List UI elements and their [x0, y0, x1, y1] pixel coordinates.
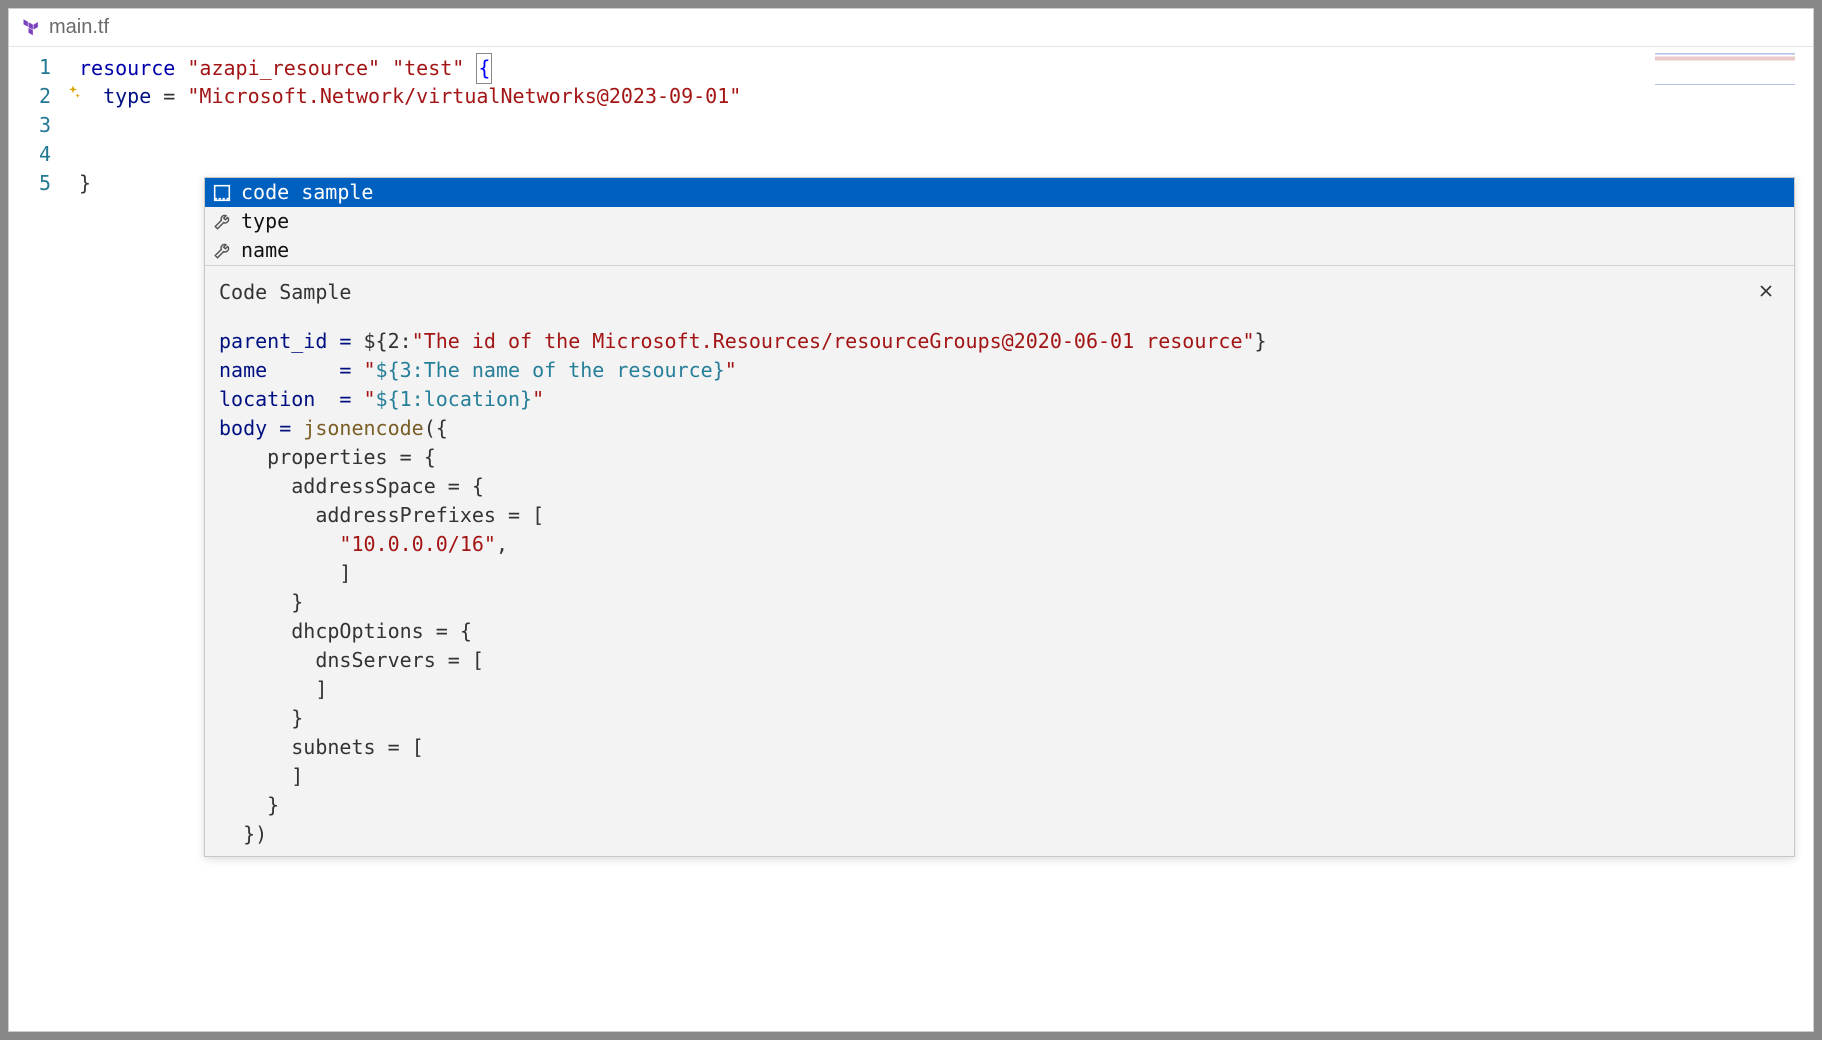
detail-line: }: [219, 791, 1780, 820]
wrench-icon: [213, 242, 231, 260]
autocomplete-item-label: type: [241, 207, 289, 236]
detail-line: parent_id = ${2:"The id of the Microsoft…: [219, 327, 1780, 356]
code-line[interactable]: resource "azapi_resource" "test" {: [79, 53, 1813, 82]
detail-line: "10.0.0.0/16",: [219, 530, 1780, 559]
autocomplete-item-label: code sample: [241, 178, 373, 207]
detail-line: dnsServers = [: [219, 646, 1780, 675]
autocomplete-list: code sample type name: [205, 178, 1794, 265]
detail-line: subnets = [: [219, 733, 1780, 762]
detail-line: body = jsonencode({: [219, 414, 1780, 443]
code-area[interactable]: resource "azapi_resource" "test" { type …: [79, 47, 1813, 1031]
detail-header: Code Sample: [205, 265, 1794, 317]
detail-line: }): [219, 820, 1780, 849]
snippet-icon: [213, 184, 231, 202]
detail-title: Code Sample: [219, 278, 351, 307]
detail-line: dhcpOptions = {: [219, 617, 1780, 646]
line-number: 5: [9, 169, 51, 198]
autocomplete-item-name[interactable]: name: [205, 236, 1794, 265]
detail-line: ]: [219, 675, 1780, 704]
line-number: 2: [9, 82, 51, 111]
line-number: 1: [9, 53, 51, 82]
minimap[interactable]: [1655, 53, 1795, 81]
sparkle-icon: [65, 79, 81, 95]
editor-body: 1 2 3 4 5 resource "azapi_resource" "tes…: [9, 47, 1813, 1031]
line-number: 3: [9, 111, 51, 140]
autocomplete-item-label: name: [241, 236, 289, 265]
line-number: 4: [9, 140, 51, 169]
detail-line: addressPrefixes = [: [219, 501, 1780, 530]
autocomplete-item-type[interactable]: type: [205, 207, 1794, 236]
code-line[interactable]: [79, 111, 1813, 140]
file-tab[interactable]: main.tf: [21, 16, 109, 39]
terraform-icon: [21, 18, 41, 38]
autocomplete-popup: code sample type name: [204, 177, 1795, 857]
detail-line: addressSpace = {: [219, 472, 1780, 501]
detail-line: name = "${3:The name of the resource}": [219, 356, 1780, 385]
detail-body[interactable]: parent_id = ${2:"The id of the Microsoft…: [205, 317, 1794, 856]
wrench-icon: [213, 213, 231, 231]
detail-line: properties = {: [219, 443, 1780, 472]
detail-line: location = "${1:location}": [219, 385, 1780, 414]
tab-bar: main.tf: [9, 9, 1813, 47]
code-line[interactable]: [79, 140, 1813, 169]
code-line[interactable]: type = "Microsoft.Network/virtualNetwork…: [79, 82, 1813, 111]
line-number-gutter: 1 2 3 4 5: [9, 47, 79, 1031]
detail-line: }: [219, 588, 1780, 617]
matched-brace: {: [476, 53, 492, 84]
detail-line: ]: [219, 559, 1780, 588]
close-icon[interactable]: [1752, 276, 1780, 309]
autocomplete-item-code-sample[interactable]: code sample: [205, 178, 1794, 207]
detail-line: ]: [219, 762, 1780, 791]
detail-line: }: [219, 704, 1780, 733]
editor-frame: main.tf 1 2 3 4 5 resource "azapi_resour…: [8, 8, 1814, 1032]
file-tab-label: main.tf: [49, 16, 109, 39]
